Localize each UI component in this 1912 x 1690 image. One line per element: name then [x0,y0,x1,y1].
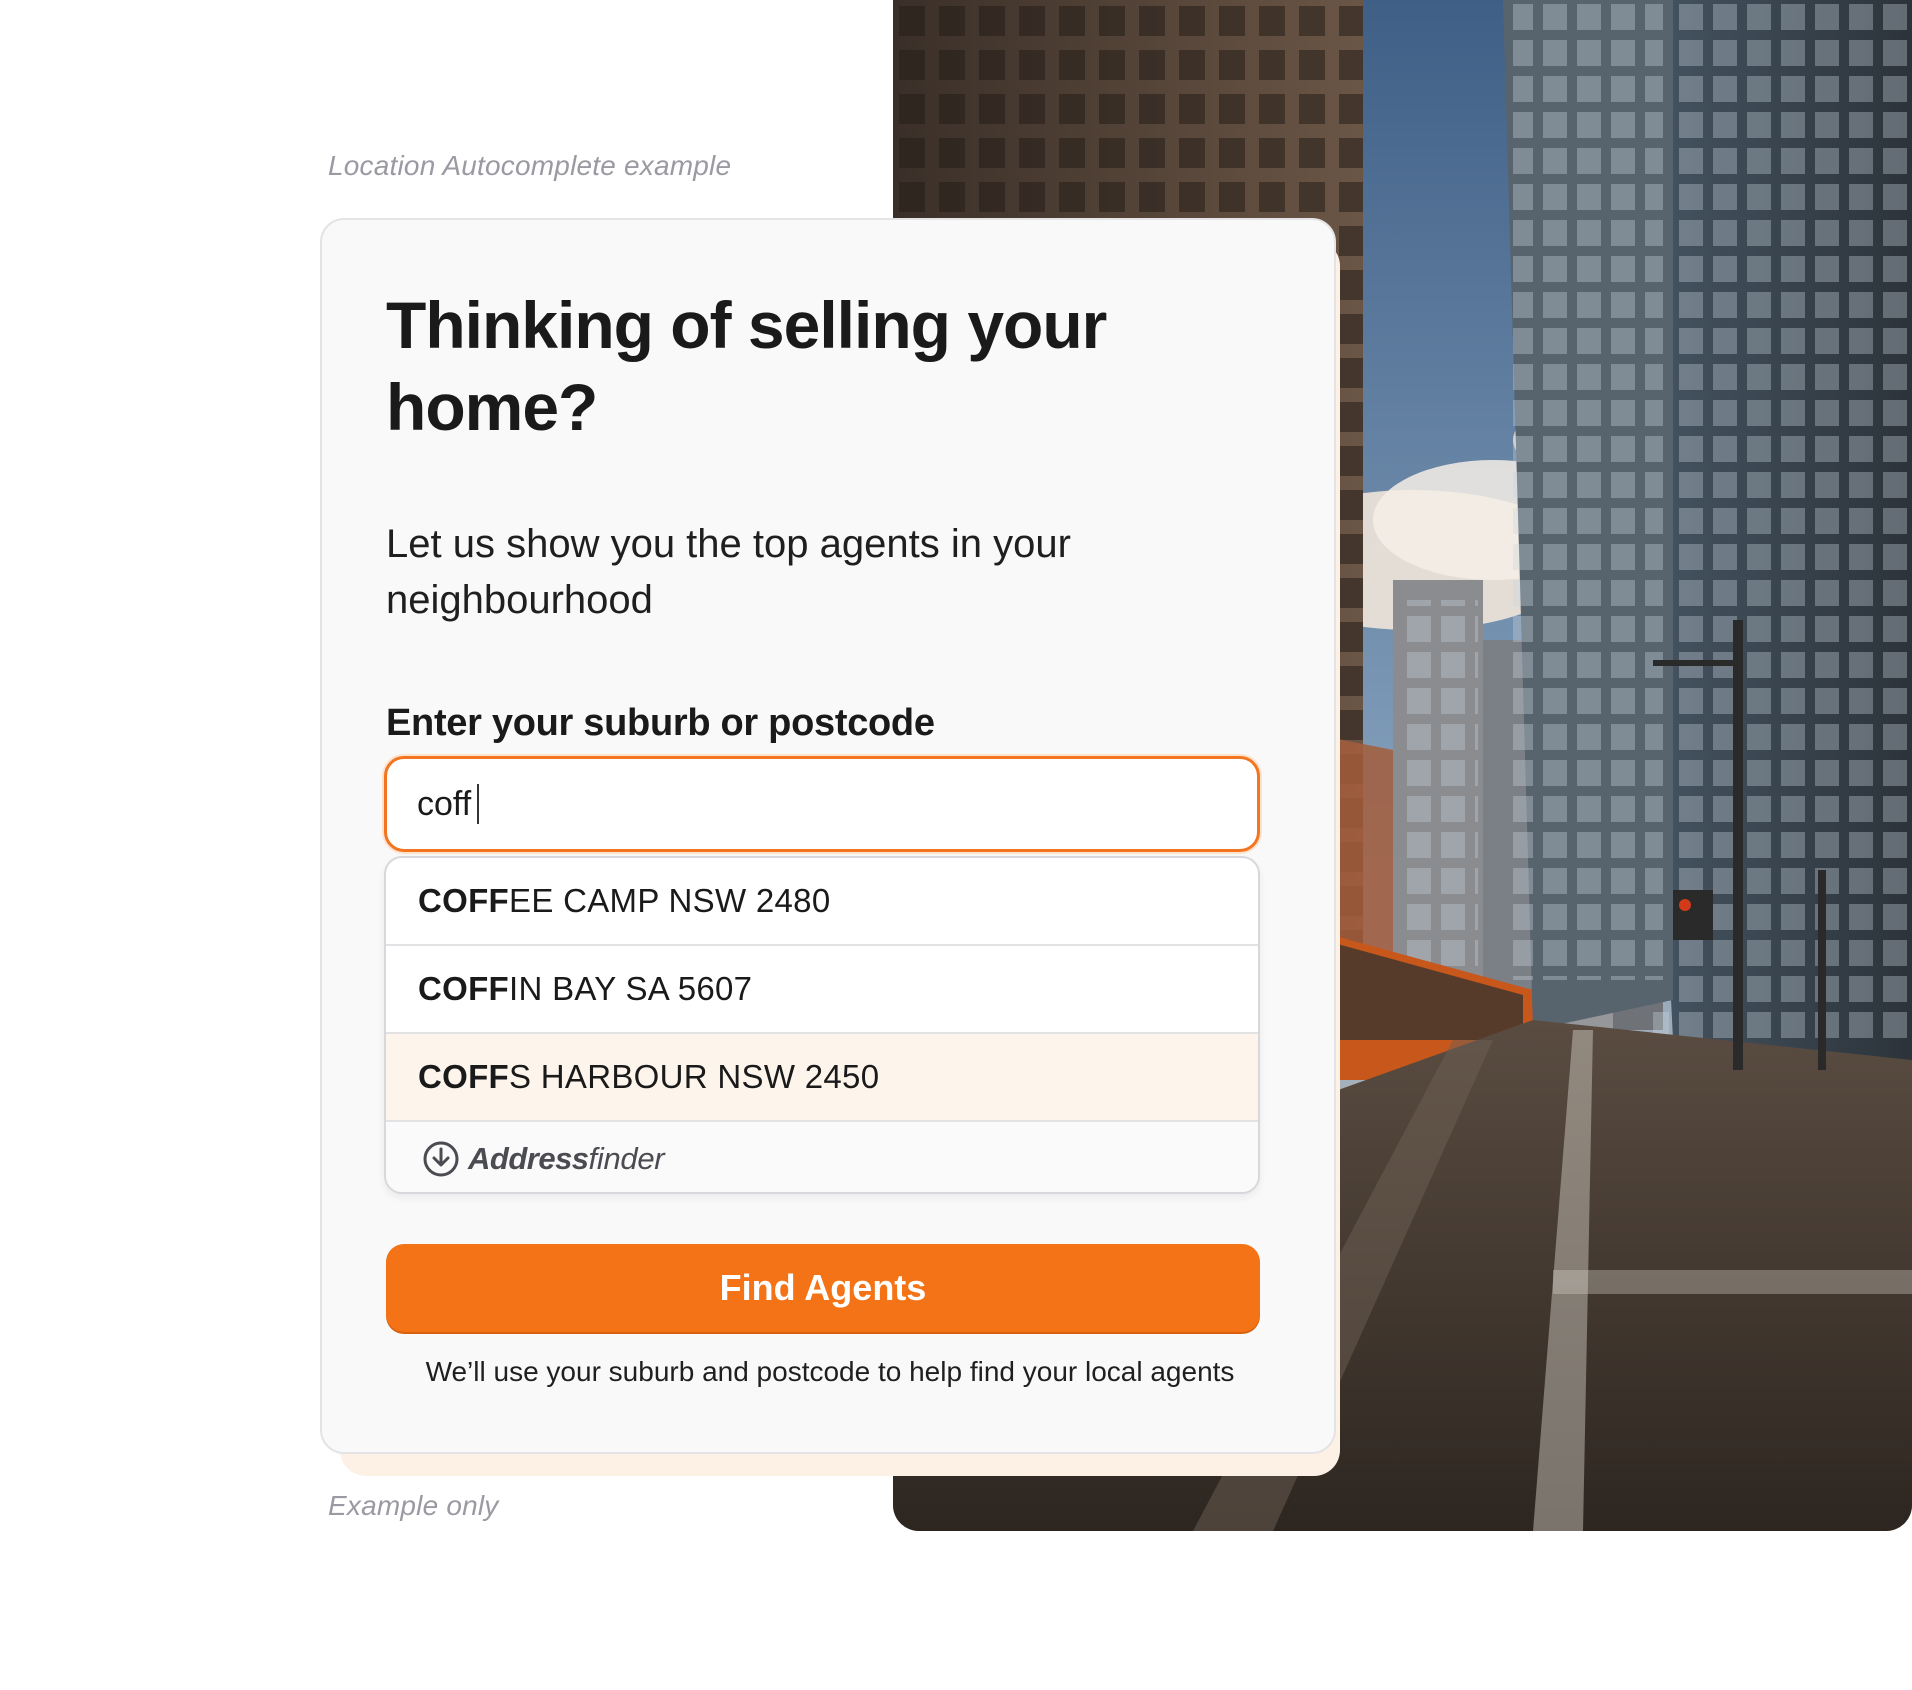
suggestion-rest: EE CAMP NSW 2480 [509,882,831,919]
suburb-postcode-input[interactable] [417,784,473,824]
card-title: Thinking of selling your home? [386,288,1107,444]
addressfinder-logo-icon [423,1141,459,1177]
card-subtitle: Let us show you the top agents in your n… [386,522,1071,622]
suggestion-match: COFF [418,1058,510,1095]
find-agents-button[interactable]: Find Agents [386,1244,1260,1332]
suburb-field-label: Enter your suburb or postcode [386,702,935,744]
suggestion-coffee-camp[interactable]: COFF EE CAMP NSW 2480 [386,858,1258,946]
brand-bold: Address [468,1141,589,1176]
example-only-caption: Example only [328,1490,499,1521]
suggestion-coffin-bay[interactable]: COFF IN BAY SA 5607 [386,946,1258,1034]
example-caption: Location Autocomplete example [328,150,732,181]
autocomplete-dropdown: COFF EE CAMP NSW 2480 COFF IN BAY SA 5607 … [384,856,1260,1194]
suggestion-match: COFF [418,970,510,1007]
powered-by-footer: Address finder [386,1122,1258,1192]
agent-search-card: Thinking of selling your home? Let us sh… [320,218,1336,1454]
addressfinder-logo[interactable]: Address finder [422,1140,665,1178]
suburb-input-wrapper[interactable] [384,756,1260,852]
suggestion-rest: IN BAY SA 5607 [509,970,753,1007]
suggestion-coffs-harbour[interactable]: COFF S HARBOUR NSW 2450 [386,1034,1258,1122]
brand-light: finder [588,1141,665,1176]
text-cursor [477,784,479,824]
suggestion-rest: S HARBOUR NSW 2450 [509,1058,880,1095]
privacy-disclaimer: We’ll use your suburb and postcode to he… [425,1356,1235,1387]
suggestion-match: COFF [418,882,510,919]
